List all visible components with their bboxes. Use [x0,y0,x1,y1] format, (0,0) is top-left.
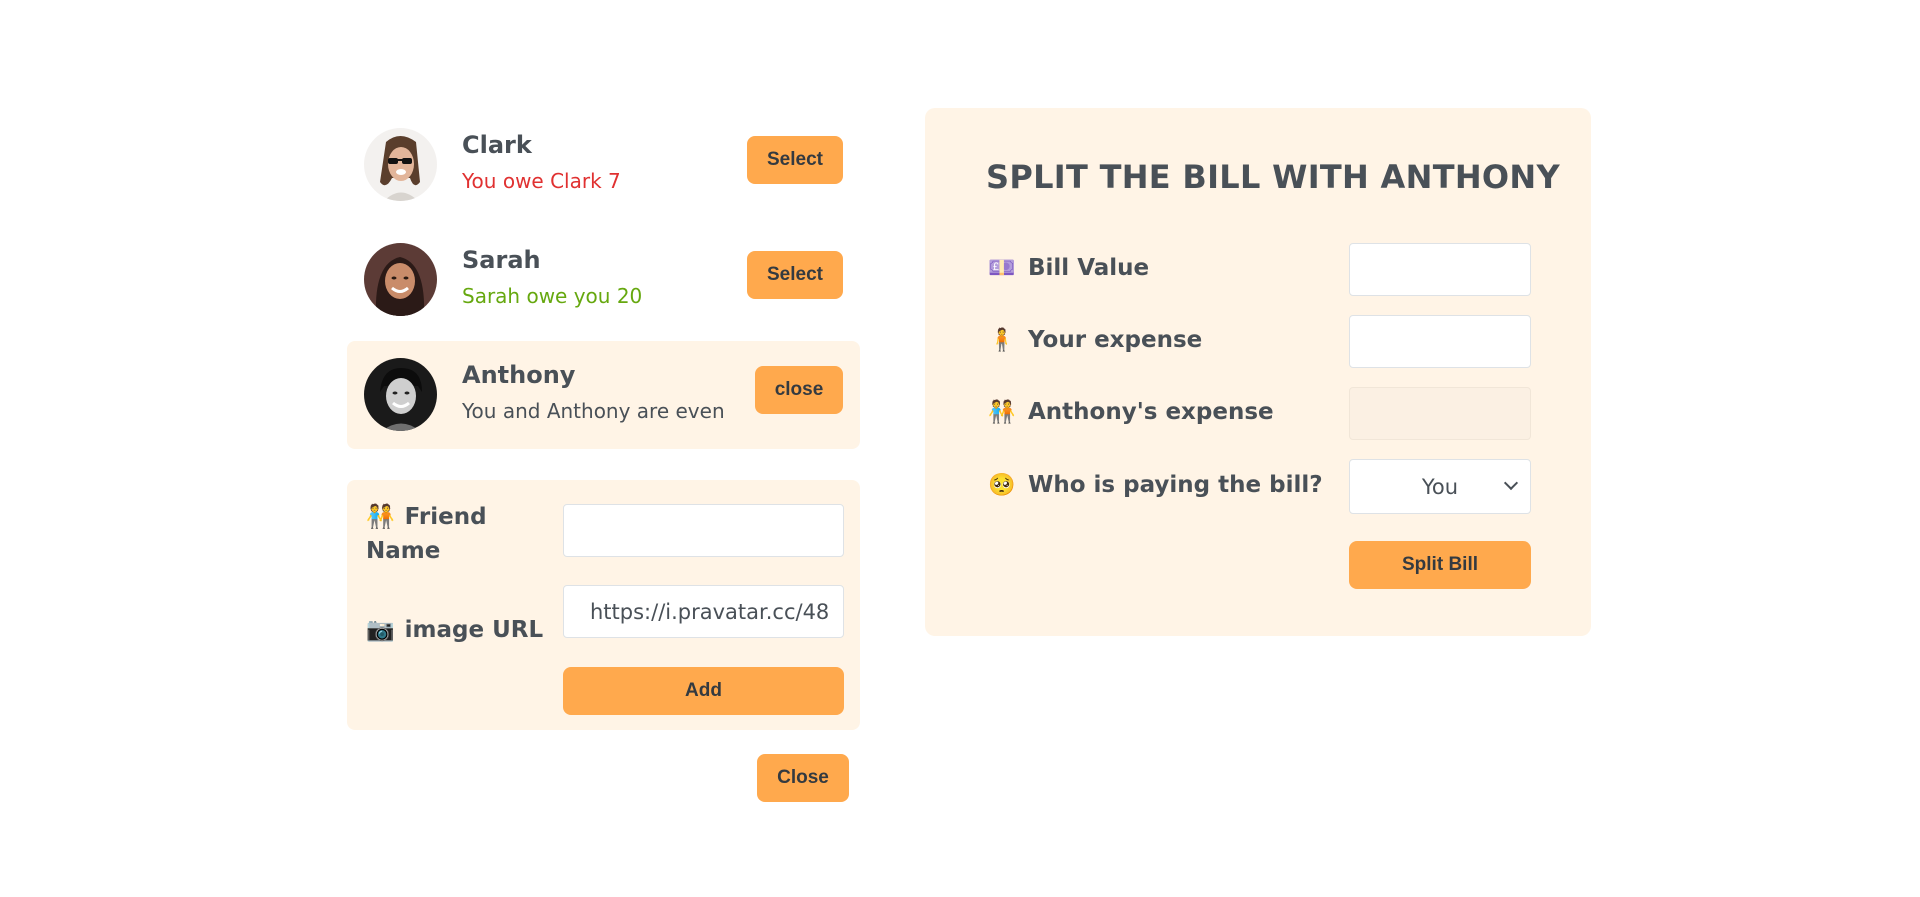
close-friend-button[interactable]: close [755,366,843,414]
add-friend-form: 🧑‍🤝‍🧑 Friend Name 📷 image URL https://i.pr… [347,480,860,730]
avatar-anthony [364,358,437,431]
friend-balance-status: You owe Clark 7 [462,169,621,193]
your-expense-label: 🧍 Your expense [988,327,1203,353]
camera-icon: 📷 [366,617,395,643]
add-friend-button[interactable]: Add [563,667,844,715]
your-expense-input[interactable] [1349,315,1531,368]
friend-expense-input [1349,387,1531,440]
worried-face-icon: 🥺 [988,472,1016,498]
person-icon: 🧍 [988,327,1016,353]
payer-select[interactable]: You [1349,459,1531,514]
people-holding-hands-icon: 🧑‍🤝‍🧑 [988,399,1016,425]
friend-name-input[interactable] [563,504,844,557]
friend-name: Anthony [462,361,576,389]
friend-balance-status: Sarah owe you 20 [462,284,643,308]
image-url-label: 📷 image URL [366,617,544,643]
split-bill-button[interactable]: Split Bill [1349,541,1531,589]
select-friend-button[interactable]: Select [747,136,843,184]
friend-balance-status: You and Anthony are even [462,399,725,423]
friend-name: Clark [462,131,532,159]
friends-list: Clark You owe Clark 7 Select Sarah Sarah… [347,111,860,449]
friend-item-clark: Clark You owe Clark 7 Select [347,111,860,219]
people-holding-hands-icon: 🧑‍🤝‍🧑 [366,504,395,530]
close-add-form-button[interactable]: Close [757,754,849,802]
friends-sidebar: Clark You owe Clark 7 Select Sarah Sarah… [347,111,860,802]
friend-name-label: 🧑‍🤝‍🧑 Friend Name [366,504,487,564]
select-friend-button[interactable]: Select [747,251,843,299]
chevron-down-icon [1503,475,1519,491]
money-bag-icon: 💷 [988,255,1016,281]
payer-label: 🥺 Who is paying the bill? [988,472,1323,498]
image-url-input[interactable]: https://i.pravatar.cc/48 [563,585,844,638]
split-bill-form: SPLIT THE BILL WITH ANTHONY 💷 Bill Value … [925,108,1591,636]
avatar-sarah [364,243,437,316]
split-bill-title: SPLIT THE BILL WITH ANTHONY [986,158,1560,196]
friend-item-sarah: Sarah Sarah owe you 20 Select [347,226,860,334]
friend-expense-label: 🧑‍🤝‍🧑 Anthony's expense [988,399,1274,425]
friend-name: Sarah [462,246,541,274]
bill-value-label: 💷 Bill Value [988,255,1150,281]
bill-value-input[interactable] [1349,243,1531,296]
payer-select-value: You [1421,474,1459,499]
avatar-clark [364,128,437,201]
friend-item-anthony: Anthony You and Anthony are even close [347,341,860,449]
